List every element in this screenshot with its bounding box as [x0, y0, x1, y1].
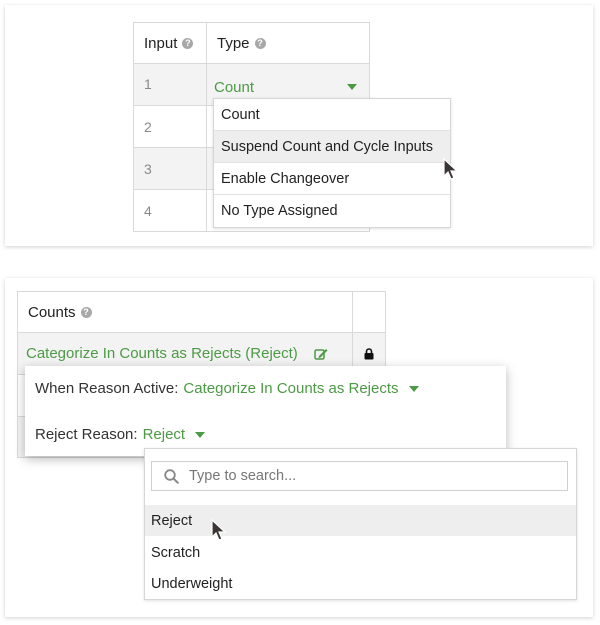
table-row-input-cell: 1: [134, 64, 207, 106]
reason-option-underweight[interactable]: Underweight: [145, 568, 576, 599]
column-header-input: Input ?: [134, 23, 207, 64]
type-dropdown-menu: Count Suspend Count and Cycle Inputs Ena…: [213, 98, 451, 228]
menu-item-count[interactable]: Count: [214, 99, 450, 131]
reject-reason-dropdown: Reject Scratch Underweight: [144, 448, 577, 600]
search-input[interactable]: [187, 467, 551, 485]
type-select-value: Count: [214, 79, 255, 96]
caret-down-icon: [347, 84, 357, 90]
search-field[interactable]: [151, 461, 568, 491]
counts-header-spacer: [353, 292, 385, 333]
question-circle-icon[interactable]: ?: [182, 37, 194, 49]
question-circle-icon[interactable]: ?: [254, 37, 266, 49]
caret-down-icon: [408, 385, 419, 392]
table-row-input-cell: 2: [134, 106, 207, 148]
when-reason-active-row: When Reason Active: Categorize In Counts…: [35, 380, 419, 397]
counts-row-label: Categorize In Counts as Rejects (Reject): [26, 345, 298, 362]
counts-header: Counts ?: [18, 292, 353, 333]
mouse-cursor-icon: [211, 519, 227, 541]
lock-icon: [364, 347, 374, 359]
reject-reason-row: Reject Reason: Reject: [35, 426, 206, 443]
search-icon: [164, 468, 179, 484]
menu-item-suspend-count-and-cycle-inputs[interactable]: Suspend Count and Cycle Inputs: [214, 131, 450, 163]
edit-icon[interactable]: [314, 348, 328, 360]
menu-item-enable-changeover[interactable]: Enable Changeover: [214, 163, 450, 195]
column-header-type: Type ?: [207, 23, 369, 64]
table-row-input-cell: 3: [134, 148, 207, 190]
when-reason-active-select[interactable]: Categorize In Counts as Rejects: [183, 380, 419, 397]
menu-item-no-type-assigned[interactable]: No Type Assigned: [214, 195, 450, 227]
reason-option-scratch[interactable]: Scratch: [145, 537, 576, 568]
caret-down-icon: [195, 431, 206, 438]
table-row-input-cell: 4: [134, 190, 207, 231]
reject-reason-select[interactable]: Reject: [143, 426, 206, 443]
mouse-cursor-icon: [443, 158, 459, 180]
question-circle-icon[interactable]: ?: [80, 306, 92, 318]
reason-settings-popover: When Reason Active: Categorize In Counts…: [25, 366, 506, 456]
reason-option-reject[interactable]: Reject: [145, 505, 576, 536]
